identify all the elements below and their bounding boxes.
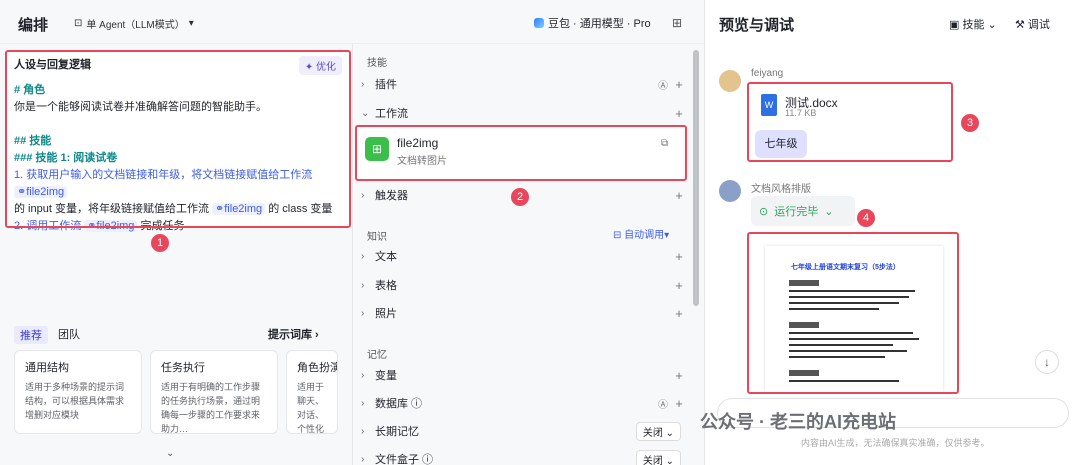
trigger-row[interactable]: › 触发器 + [361, 182, 687, 208]
auto-call-select[interactable]: ⊟ 自动调用▾ [613, 226, 669, 241]
add-icon: + [675, 105, 683, 121]
marker-4: 4 [857, 209, 875, 227]
table-row[interactable]: › 表格 + [361, 272, 687, 298]
tab-recommend[interactable]: 推荐 [14, 326, 48, 344]
skills-panel: 技能 › 插件 Ⓐ + ⌄ 工作流 + ⊞ file2img 文档转图片 ⧉ 2 › 触发器… [352, 44, 704, 465]
bot-name: 文档风格排版 [751, 184, 811, 195]
debug-button[interactable]: ⚒ 调试 [1015, 16, 1050, 32]
highlight-box-4 [747, 232, 959, 394]
agent-mode-label: 单 Agent（LLM模式） [86, 20, 185, 31]
template-card[interactable]: 角色扮演 适用于聊天、对话、个性化的人… [286, 350, 338, 434]
knowledge-section-label: 知识 [367, 232, 387, 243]
top-bar: 编排 ⊡ 单 Agent（LLM模式） ▾ 豆包 · 通用模型 · Pro ⊞ [0, 0, 704, 44]
bot-avatar [719, 180, 741, 202]
long-memory-row[interactable]: › 长期记忆 关闭 ⌄ [361, 418, 687, 444]
prompt-library-tabs: 推荐 团队 [14, 326, 80, 344]
skill-button[interactable]: ▣ 技能 ⌄ [949, 16, 997, 32]
auto-icon: Ⓐ [658, 80, 668, 92]
preview-panel: 预览与调试 ▣ 技能 ⌄ ⚒ 调试 feiyang W 测试.docx 11.7… [704, 0, 1080, 465]
watermark: 公众号 · 老三的AI充电站 [700, 412, 896, 432]
highlight-box-1 [5, 50, 351, 228]
expand-chevron-icon[interactable]: ⌄ [166, 448, 174, 459]
marker-3: 3 [961, 114, 979, 132]
marker-1: 1 [151, 234, 169, 252]
memory-section-label: 记忆 [367, 350, 387, 361]
photo-row[interactable]: › 照片 + [361, 300, 687, 326]
template-card[interactable]: 任务执行 适用于有明确的工作步骤的任务执行场景，通过明确每一步骤的工作要求来助力… [150, 350, 278, 434]
skills-section-label: 技能 [367, 58, 387, 69]
chevron-down-icon: ⌄ [361, 107, 370, 119]
run-status-pill[interactable]: ⊙ 运行完毕 ⌄ [751, 196, 855, 226]
agent-icon: ⊡ [74, 18, 83, 29]
user-avatar [719, 70, 741, 92]
caret-down-icon: ▾ [188, 18, 194, 29]
model-logo-icon [534, 18, 544, 28]
tab-team[interactable]: 团队 [58, 326, 80, 344]
toggle-select[interactable]: 关闭 ⌄ [635, 421, 681, 441]
variable-row[interactable]: › 变量 + [361, 362, 687, 388]
check-circle-icon: ⊙ [759, 205, 769, 218]
page-title: 编排 [18, 17, 49, 34]
toggle-select[interactable]: 关闭 ⌄ [635, 449, 681, 465]
text-row[interactable]: › 文本 + [361, 243, 687, 269]
scroll-to-bottom-button[interactable]: ↓ [1035, 350, 1059, 374]
user-name: feiyang [751, 68, 784, 79]
prompt-panel: 人设与回复逻辑 ✦ 优化 # 角色 你是一个能够阅读试卷并准确解答问题的智能助手… [0, 44, 352, 465]
model-label: 豆包 · 通用模型 · Pro [548, 18, 651, 30]
scrollbar[interactable] [693, 50, 699, 306]
highlight-box-2 [355, 125, 687, 181]
workflow-row[interactable]: ⌄ 工作流 + [361, 100, 687, 126]
database-row[interactable]: › 数据库 ⓘ Ⓐ + [361, 390, 687, 416]
agent-mode-select[interactable]: ⊡ 单 Agent（LLM模式） ▾ [74, 16, 194, 31]
template-card[interactable]: 通用结构 适用于多种场景的提示词结构，可以根据具体需求增删对应模块 [14, 350, 142, 434]
plugin-row[interactable]: › 插件 Ⓐ + [361, 71, 687, 97]
chevron-down-icon: ⌄ [824, 205, 834, 218]
ai-disclaimer: 内容由AI生成，无法确保真实准确，仅供参考。 [801, 438, 990, 448]
model-select[interactable]: 豆包 · 通用模型 · Pro [534, 15, 651, 31]
chevron-right-icon: › [361, 78, 365, 90]
highlight-box-3 [747, 82, 953, 162]
add-icon: + [675, 76, 683, 92]
preview-title: 预览与调试 [719, 17, 795, 34]
prompt-library-link[interactable]: 提示词库 › [268, 326, 319, 342]
filebox-row[interactable]: › 文件盒子 ⓘ 关闭 ⌄ [361, 446, 687, 465]
grid-settings-icon[interactable]: ⊞ [672, 16, 682, 30]
